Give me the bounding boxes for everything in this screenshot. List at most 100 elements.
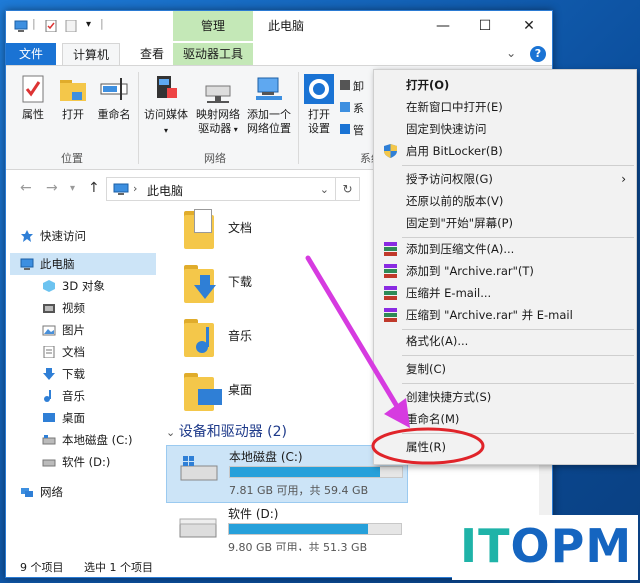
open-settings-label-1: 打开 bbox=[308, 108, 330, 121]
folder-downloads-icon[interactable] bbox=[184, 263, 224, 303]
maximize-button[interactable]: ☐ bbox=[464, 11, 506, 41]
folder-label[interactable]: 桌面 bbox=[228, 381, 252, 398]
nav-item-videos[interactable]: 视频 bbox=[42, 297, 158, 319]
menu-item-properties[interactable]: 属性(R) bbox=[374, 436, 636, 458]
drive-icon bbox=[42, 435, 56, 445]
folder-label[interactable]: 音乐 bbox=[228, 327, 252, 344]
nav-label: 桌面 bbox=[62, 411, 85, 425]
winrar-icon bbox=[384, 286, 397, 300]
winrar-icon bbox=[384, 308, 397, 322]
new-folder-quick-icon[interactable] bbox=[64, 20, 78, 32]
menu-item-copy[interactable]: 复制(C) bbox=[374, 358, 636, 380]
nav-item-documents[interactable]: 文档 bbox=[42, 341, 158, 363]
menu-item-open[interactable]: 打开(O) bbox=[374, 74, 636, 96]
properties-quick-icon[interactable] bbox=[44, 20, 58, 32]
back-arrow-icon[interactable]: ← bbox=[20, 180, 32, 196]
menu-item-add-archive[interactable]: 添加到压缩文件(A)... bbox=[374, 238, 636, 260]
menu-label: 添加到 "Archive.rar"(T) bbox=[406, 264, 534, 278]
nav-item-drive-c[interactable]: 本地磁盘 (C:) bbox=[42, 429, 158, 451]
winrar-icon bbox=[384, 264, 397, 278]
minimize-button[interactable]: — bbox=[422, 11, 464, 41]
help-icon[interactable]: ? bbox=[530, 46, 546, 62]
nav-item-music[interactable]: 音乐 bbox=[42, 385, 158, 407]
menu-item-restore-versions[interactable]: 还原以前的版本(V) bbox=[374, 190, 636, 212]
address-path: 此电脑 bbox=[147, 184, 184, 198]
quick-access-dropdown-icon[interactable]: ▾ bbox=[86, 19, 91, 30]
uninstall-item[interactable]: 卸 bbox=[340, 76, 364, 98]
drive-icon bbox=[42, 459, 56, 467]
nav-label: 视频 bbox=[62, 301, 85, 315]
menu-item-compress-rar-email[interactable]: 压缩到 "Archive.rar" 并 E-mail bbox=[374, 304, 636, 326]
folder-music-icon[interactable] bbox=[184, 317, 224, 357]
chevron-down-icon[interactable]: ⌄ bbox=[320, 183, 329, 196]
access-media-button[interactable]: 访问媒体 ▾ bbox=[142, 74, 190, 138]
tab-computer[interactable]: 计算机 bbox=[62, 43, 121, 65]
manage-item[interactable]: 管 bbox=[340, 120, 364, 142]
recent-dropdown-icon[interactable]: ▾ bbox=[70, 183, 75, 194]
refresh-button[interactable]: ↻ bbox=[336, 177, 360, 201]
submenu-arrow-icon: › bbox=[621, 172, 626, 186]
nav-item-quick-access[interactable]: 快速访问 bbox=[20, 225, 156, 247]
open-button[interactable]: 打开 bbox=[56, 74, 90, 122]
menu-item-format[interactable]: 格式化(A)... bbox=[374, 330, 636, 352]
map-drive-label-2: 驱动器 bbox=[198, 122, 232, 135]
rename-button[interactable]: 重命名 bbox=[94, 74, 134, 122]
nav-label: 软件 (D:) bbox=[62, 455, 111, 469]
context-menu: 打开(O) 在新窗口中打开(E) 固定到快速访问 启用 BitLocker(B)… bbox=[373, 69, 637, 465]
nav-item-3d-objects[interactable]: 3D 对象 bbox=[42, 275, 158, 297]
menu-separator bbox=[402, 355, 634, 356]
window-title: 此电脑 bbox=[268, 19, 305, 33]
forward-arrow-icon[interactable]: → bbox=[46, 180, 58, 196]
add-network-location-button[interactable]: 添加一个 网络位置 bbox=[244, 74, 294, 136]
map-network-drive-button[interactable]: 映射网络 驱动器 ▾ bbox=[194, 74, 242, 137]
folder-desktop-icon[interactable] bbox=[184, 371, 224, 411]
drive-icon bbox=[179, 518, 217, 538]
drive-usage-fill bbox=[230, 467, 380, 477]
up-arrow-icon[interactable]: ↑ bbox=[88, 180, 100, 196]
drive-tile-c[interactable]: 本地磁盘 (C:) 7.81 GB 可用，共 59.4 GB bbox=[166, 445, 408, 503]
menu-item-add-archive-rar[interactable]: 添加到 "Archive.rar"(T) bbox=[374, 260, 636, 282]
video-icon bbox=[43, 304, 55, 313]
menu-item-grant-access[interactable]: 授予访问权限(G) › bbox=[374, 168, 636, 190]
menu-item-rename[interactable]: 重命名(M) bbox=[374, 408, 636, 430]
network-group-label: 网络 bbox=[204, 152, 226, 165]
nav-label: 本地磁盘 (C:) bbox=[62, 433, 133, 447]
chevron-down-icon[interactable]: ⌄ bbox=[506, 46, 516, 60]
menu-item-compress-email[interactable]: 压缩并 E-mail... bbox=[374, 282, 636, 304]
menu-item-bitlocker[interactable]: 启用 BitLocker(B) bbox=[374, 140, 636, 162]
close-button[interactable]: ✕ bbox=[508, 11, 550, 41]
manage-label: 管 bbox=[353, 124, 364, 137]
system-properties-item[interactable]: 系 bbox=[340, 98, 364, 120]
folder-documents-icon[interactable] bbox=[184, 209, 224, 249]
menu-label: 压缩并 E-mail... bbox=[406, 286, 492, 300]
menu-item-pin-quick-access[interactable]: 固定到快速访问 bbox=[374, 118, 636, 140]
tab-drive-tools[interactable]: 驱动器工具 bbox=[173, 43, 253, 65]
menu-item-create-shortcut[interactable]: 创建快捷方式(S) bbox=[374, 386, 636, 408]
nav-item-drive-d[interactable]: 软件 (D:) bbox=[42, 451, 158, 473]
uninstall-icon bbox=[340, 80, 350, 90]
tab-file[interactable]: 文件 bbox=[6, 43, 56, 65]
menu-item-pin-start[interactable]: 固定到"开始"屏幕(P) bbox=[374, 212, 636, 234]
drive-usage-bar bbox=[228, 523, 402, 535]
refresh-icon: ↻ bbox=[342, 182, 353, 196]
folder-label[interactable]: 文档 bbox=[228, 219, 252, 236]
open-settings-button[interactable]: 打开 设置 bbox=[302, 74, 336, 136]
menu-label: 启用 BitLocker(B) bbox=[406, 144, 503, 158]
nav-item-this-pc[interactable]: 此电脑 bbox=[10, 253, 156, 275]
nav-item-desktop[interactable]: 桌面 bbox=[42, 407, 158, 429]
computer-icon bbox=[113, 183, 129, 195]
address-box[interactable]: › 此电脑 ⌄ bbox=[106, 177, 336, 201]
dropdown-arrow-icon: ▾ bbox=[231, 125, 238, 134]
nav-item-network[interactable]: 网络 bbox=[20, 481, 156, 503]
properties-button[interactable]: 属性 bbox=[16, 74, 50, 122]
add-location-label-2: 网络位置 bbox=[247, 122, 291, 135]
folder-label[interactable]: 下载 bbox=[228, 273, 252, 290]
properties-label: 属性 bbox=[22, 108, 44, 121]
menu-item-open-new-window[interactable]: 在新窗口中打开(E) bbox=[374, 96, 636, 118]
nav-item-pictures[interactable]: 图片 bbox=[42, 319, 158, 341]
devices-section-header[interactable]: ⌄ 设备和驱动器 (2) bbox=[166, 421, 287, 441]
network-location-icon bbox=[256, 77, 282, 100]
nav-item-downloads[interactable]: 下载 bbox=[42, 363, 158, 385]
document-icon bbox=[43, 346, 55, 358]
tab-view[interactable]: 查看 bbox=[130, 43, 174, 65]
